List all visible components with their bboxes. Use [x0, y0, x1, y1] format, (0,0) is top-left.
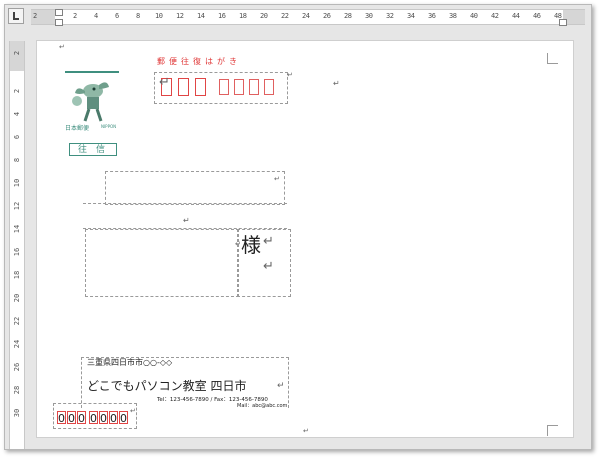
ruler-number: 42 — [491, 12, 499, 20]
ruler-number: 18 — [13, 270, 21, 280]
stamp-brand: 日本郵便 — [65, 125, 90, 132]
paragraph-mark: ↵ — [59, 43, 65, 51]
paragraph-mark: ↵ — [263, 259, 274, 274]
ruler-number: 14 — [13, 224, 21, 234]
crop-mark — [547, 53, 558, 64]
ruler-number: 20 — [260, 12, 268, 20]
zip-box — [219, 79, 229, 95]
dolphin-icon — [72, 82, 109, 122]
sender-zip-digit: 0 — [57, 411, 66, 425]
ruler-number: 4 — [94, 12, 98, 20]
right-indent-marker[interactable] — [559, 19, 567, 26]
ruler-number: 26 — [323, 12, 331, 20]
ruler-number: 4 — [13, 111, 21, 117]
vertical-ruler[interactable]: 2 2 4 6 8 10 12 14 16 18 20 22 24 26 28 … — [9, 41, 25, 449]
ruler-number: 10 — [155, 12, 163, 20]
ruler-number: 32 — [386, 12, 394, 20]
zip-box — [178, 78, 189, 96]
paragraph-mark: ↵ — [263, 234, 274, 249]
ruler-number: 16 — [218, 12, 226, 20]
ruler-number: 22 — [13, 316, 21, 326]
ruler-number: 2 — [73, 12, 77, 20]
sender-mail: Mail：abc@abc.com — [237, 403, 288, 409]
reply-label-box: 往 信 — [69, 143, 117, 156]
address-textbox[interactable] — [105, 171, 285, 205]
paragraph-mark: ↵ — [303, 427, 309, 435]
reply-label: 往 信 — [78, 145, 106, 155]
ruler-number: 12 — [13, 201, 21, 211]
zip-box — [195, 78, 206, 96]
sender-name: どこでもパソコン教室 四日市 — [87, 379, 247, 393]
ruler-number: 10 — [13, 178, 21, 188]
ruler-number: 24 — [302, 12, 310, 20]
sender-zip-digit: 0 — [77, 411, 86, 425]
ruler-number: 20 — [13, 293, 21, 303]
ruler-number: 26 — [13, 362, 21, 372]
zip-box — [264, 79, 274, 95]
left-indent-marker[interactable] — [55, 19, 63, 26]
tab-selector-button[interactable] — [8, 8, 24, 24]
honorific: 様 — [241, 233, 261, 257]
ruler-number: 30 — [13, 408, 21, 418]
ruler-number: 6 — [13, 134, 21, 140]
recipient-name-textbox[interactable] — [85, 229, 239, 297]
zip-box — [249, 79, 259, 95]
ruler-number: 40 — [470, 12, 478, 20]
stamp-brand-en: NIPPON — [101, 124, 117, 129]
ruler-number: 30 — [365, 12, 373, 20]
sender-zip-digit: 0 — [67, 411, 76, 425]
ruler-number: 8 — [136, 12, 140, 20]
zip-label: 郵便往復はがき — [157, 57, 241, 66]
paragraph-mark: ↵ — [130, 407, 136, 415]
ruler-number: 16 — [13, 247, 21, 257]
ruler-number: 2 — [33, 12, 37, 20]
ruler-number: 36 — [428, 12, 436, 20]
crop-mark — [547, 425, 558, 436]
postage-stamp: 日本郵便 NIPPON — [63, 71, 121, 132]
sender-zip-digit: 0 — [99, 411, 108, 425]
paragraph-mark: ↵ — [183, 216, 190, 225]
document-page[interactable]: ↵ 日本郵便 NIPPON 往 信 郵便往復はがき ↵ ↵ ↵ ↵ ↵ 様 ↵ … — [36, 40, 574, 438]
paragraph-mark: ↵ — [274, 175, 280, 183]
paragraph-mark: ↵ — [277, 381, 285, 391]
ruler-number: 2 — [13, 50, 21, 56]
sender-zip-digit: 0 — [89, 411, 98, 425]
paragraph-mark: ↵ — [159, 75, 170, 90]
ruler-number: 12 — [176, 12, 184, 20]
ruler-number: 2 — [13, 88, 21, 94]
paragraph-mark: ↵ — [333, 79, 340, 88]
sender-address: 三重県四日市市○○-◇◇ — [87, 358, 173, 367]
ruler-number: 6 — [115, 12, 119, 20]
sender-zip-digit: 0 — [109, 411, 118, 425]
ruler-number: 24 — [13, 339, 21, 349]
ruler-number: 38 — [449, 12, 457, 20]
sender-zip-digit: 0 — [119, 411, 128, 425]
ruler-number: 28 — [13, 385, 21, 395]
ruler-number: 46 — [533, 12, 541, 20]
ruler-number: 34 — [407, 12, 415, 20]
ruler-number: 44 — [512, 12, 520, 20]
ruler-number: 28 — [344, 12, 352, 20]
paragraph-mark: ↵ — [235, 240, 241, 248]
ruler-number: 18 — [239, 12, 247, 20]
horizontal-ruler[interactable]: 2 2 4 6 8 10 12 14 16 18 20 22 24 26 28 … — [31, 9, 585, 26]
ruler-number: 14 — [197, 12, 205, 20]
document-window: 2 2 4 6 8 10 12 14 16 18 20 22 24 26 28 … — [4, 4, 592, 450]
ruler-number: 8 — [13, 157, 21, 163]
paragraph-mark: ↵ — [287, 71, 293, 79]
first-line-indent-marker[interactable] — [55, 9, 63, 16]
zip-box — [234, 79, 244, 95]
ruler-number: 22 — [281, 12, 289, 20]
